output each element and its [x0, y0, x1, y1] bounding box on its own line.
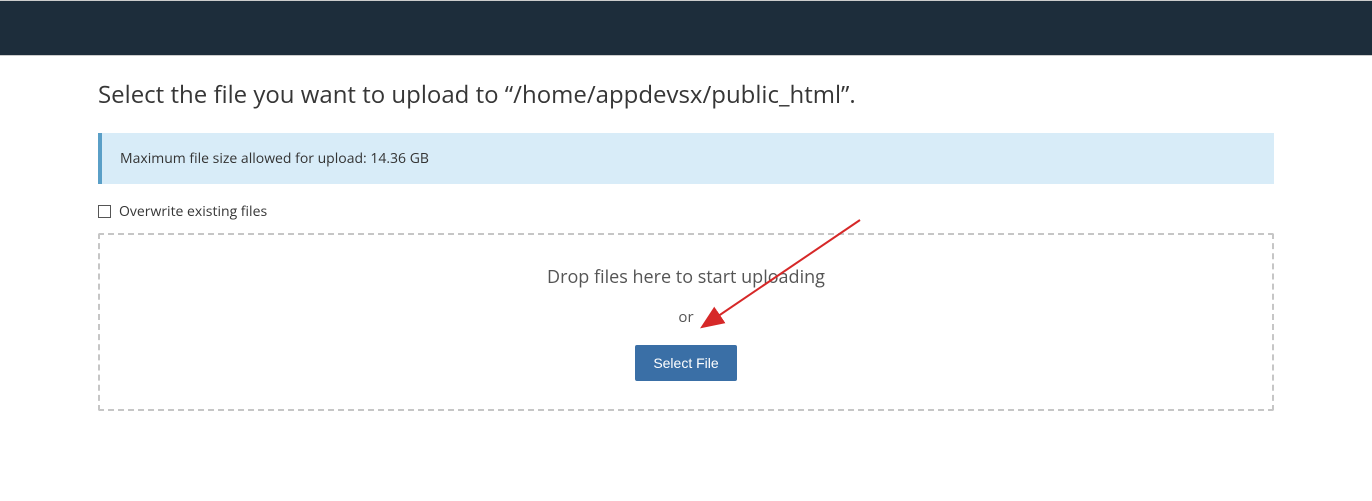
overwrite-checkbox[interactable] [98, 205, 111, 218]
select-file-button[interactable]: Select File [635, 345, 736, 381]
dropzone-or-text: or [100, 307, 1272, 327]
upload-panel: Select the file you want to upload to “/… [0, 56, 1372, 411]
max-filesize-info: Maximum file size allowed for upload: 14… [98, 133, 1274, 184]
overwrite-label: Overwrite existing files [119, 202, 267, 221]
app-header-bar [0, 0, 1372, 56]
page-title: Select the file you want to upload to “/… [98, 78, 1274, 111]
max-filesize-text: Maximum file size allowed for upload: 14… [120, 149, 429, 168]
file-dropzone[interactable]: Drop files here to start uploading or Se… [98, 233, 1274, 411]
overwrite-option-row: Overwrite existing files [98, 202, 1274, 221]
dropzone-instruction: Drop files here to start uploading [100, 265, 1272, 289]
